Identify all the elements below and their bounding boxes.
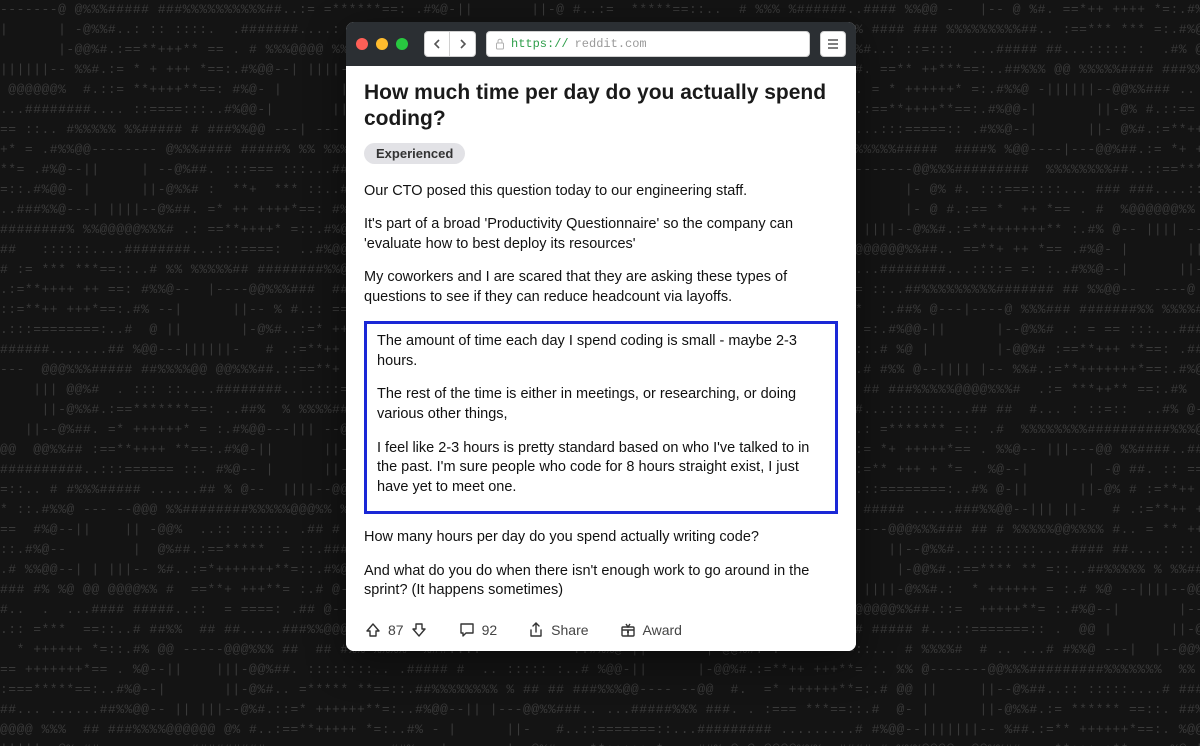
title-bar: https:// reddit.com	[346, 22, 856, 66]
url-protocol: https://	[511, 37, 569, 51]
url-bar[interactable]: https:// reddit.com	[486, 31, 810, 57]
nav-buttons	[424, 31, 476, 57]
hamburger-menu-button[interactable]	[820, 31, 846, 57]
award-icon	[619, 621, 637, 639]
share-button[interactable]: Share	[527, 621, 588, 639]
upvote-button[interactable]	[364, 621, 382, 639]
post-paragraph: The amount of time each day I spend codi…	[377, 332, 825, 371]
browser-window: https:// reddit.com How much time per day…	[346, 22, 856, 651]
comment-count: 92	[482, 622, 498, 638]
forward-button[interactable]	[450, 31, 476, 57]
post-title: How much time per day do you actually sp…	[364, 80, 838, 133]
post-paragraph: The rest of the time is either in meetin…	[377, 385, 825, 424]
close-window-button[interactable]	[356, 38, 368, 50]
lock-icon	[495, 38, 505, 50]
window-controls	[356, 38, 408, 50]
back-button[interactable]	[424, 31, 450, 57]
vote-group: 87	[364, 621, 428, 639]
award-label: Award	[643, 622, 682, 638]
url-host: reddit.com	[575, 37, 647, 51]
post-paragraph: My coworkers and I are scared that they …	[364, 268, 838, 307]
flair-badge[interactable]: Experienced	[364, 143, 465, 164]
highlighted-section: The amount of time each day I spend codi…	[364, 321, 838, 514]
maximize-window-button[interactable]	[396, 38, 408, 50]
post-body: Our CTO posed this question today to our…	[364, 182, 838, 601]
minimize-window-button[interactable]	[376, 38, 388, 50]
post-paragraph: It's part of a broad 'Productivity Quest…	[364, 215, 838, 254]
comment-icon	[458, 621, 476, 639]
action-bar: 87 92 Share Award	[364, 615, 838, 639]
share-icon	[527, 621, 545, 639]
post-content: How much time per day do you actually sp…	[346, 66, 856, 651]
share-label: Share	[551, 622, 588, 638]
post-paragraph: I feel like 2-3 hours is pretty standard…	[377, 439, 825, 498]
award-button[interactable]: Award	[619, 621, 682, 639]
post-paragraph: How many hours per day do you spend actu…	[364, 528, 838, 548]
upvote-count: 87	[388, 622, 404, 638]
comments-button[interactable]: 92	[458, 621, 498, 639]
post-paragraph: Our CTO posed this question today to our…	[364, 182, 838, 202]
post-paragraph: And what do you do when there isn't enou…	[364, 562, 838, 601]
downvote-button[interactable]	[410, 621, 428, 639]
